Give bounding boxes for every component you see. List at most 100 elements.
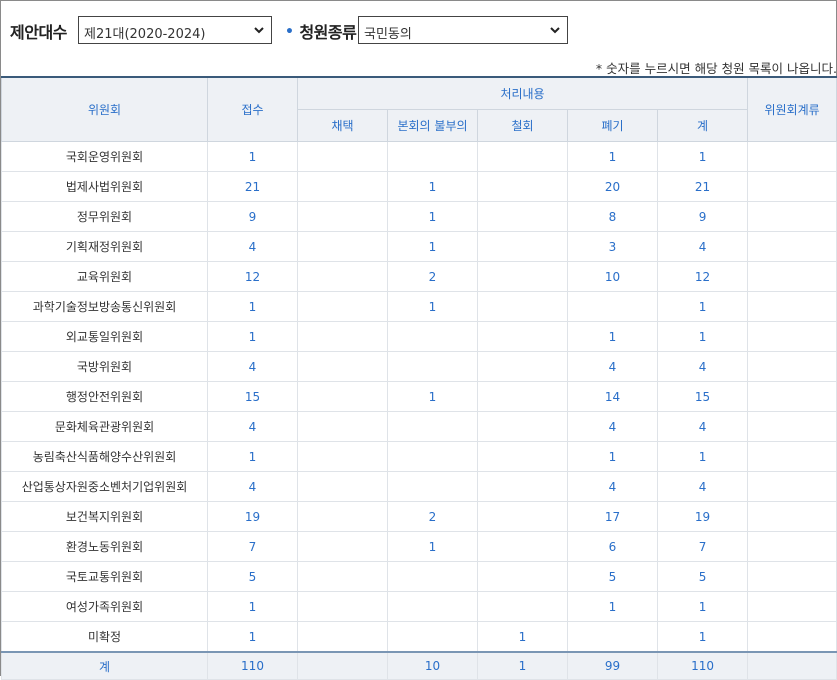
session-select-value: 제21대(2020-2024) [84, 27, 206, 42]
discarded-count [567, 621, 658, 653]
adopted-count [297, 351, 388, 382]
total-count[interactable]: 1 [656, 591, 749, 622]
adopted-count [297, 591, 388, 622]
not-referred-count[interactable]: 1 [387, 291, 478, 322]
pending-count [747, 261, 837, 292]
committee-name: 법제사법위원회 [1, 171, 208, 202]
received-count[interactable]: 15 [207, 381, 298, 412]
received-count[interactable]: 1 [207, 291, 298, 322]
withdrawn-count [477, 381, 568, 412]
not-referred-count[interactable]: 1 [387, 201, 478, 232]
received-count[interactable]: 1 [207, 621, 298, 653]
total-count[interactable]: 1 [656, 441, 749, 472]
discarded-count[interactable]: 4 [567, 411, 658, 442]
committee-name: 보건복지위원회 [1, 501, 208, 532]
total-count[interactable]: 15 [656, 381, 749, 412]
withdrawn-count [477, 441, 568, 472]
header-adopted: 채택 [297, 109, 388, 142]
not-referred-count [387, 321, 478, 352]
discarded-count[interactable]: 1 [567, 441, 658, 472]
received-count[interactable]: 19 [207, 501, 298, 532]
discarded-count[interactable]: 4 [567, 471, 658, 502]
pending-count [747, 321, 837, 352]
received-count[interactable]: 4 [207, 351, 298, 382]
totals-total[interactable]: 110 [656, 651, 749, 680]
pending-count [747, 201, 837, 232]
total-count[interactable]: 1 [656, 621, 749, 653]
received-count[interactable]: 5 [207, 561, 298, 592]
total-count[interactable]: 12 [656, 261, 749, 292]
filter-row: 제안대수 제21대(2020-2024) • 청원종류 국민동의 [0, 16, 837, 48]
discarded-count[interactable]: 14 [567, 381, 658, 412]
discarded-count[interactable]: 8 [567, 201, 658, 232]
adopted-count [297, 441, 388, 472]
pending-count [747, 501, 837, 532]
discarded-count[interactable]: 4 [567, 351, 658, 382]
table-row: 교육위원회 12 2 10 12 [1, 261, 837, 292]
session-label: 제안대수 [10, 23, 67, 42]
withdrawn-count[interactable]: 1 [477, 621, 568, 653]
received-count[interactable]: 21 [207, 171, 298, 202]
table-row: 법제사법위원회 21 1 20 21 [1, 171, 837, 202]
not-referred-count[interactable]: 1 [387, 381, 478, 412]
discarded-count[interactable]: 5 [567, 561, 658, 592]
discarded-count[interactable]: 10 [567, 261, 658, 292]
withdrawn-count [477, 591, 568, 622]
withdrawn-count [477, 171, 568, 202]
total-count[interactable]: 1 [656, 291, 749, 322]
totals-withdrawn[interactable]: 1 [477, 651, 568, 680]
type-select[interactable]: 국민동의 [358, 16, 568, 44]
not-referred-count [387, 471, 478, 502]
total-count[interactable]: 9 [656, 201, 749, 232]
totals-not-referred[interactable]: 10 [387, 651, 478, 680]
total-count[interactable]: 19 [656, 501, 749, 532]
total-count[interactable]: 7 [656, 531, 749, 562]
not-referred-count[interactable]: 1 [387, 231, 478, 262]
discarded-count[interactable]: 20 [567, 171, 658, 202]
received-count[interactable]: 1 [207, 591, 298, 622]
totals-received[interactable]: 110 [207, 651, 298, 680]
not-referred-count [387, 591, 478, 622]
discarded-count[interactable]: 17 [567, 501, 658, 532]
not-referred-count[interactable]: 2 [387, 261, 478, 292]
withdrawn-count [477, 321, 568, 352]
session-select[interactable]: 제21대(2020-2024) [78, 16, 272, 44]
discarded-count[interactable]: 1 [567, 321, 658, 352]
not-referred-count[interactable]: 2 [387, 501, 478, 532]
total-count[interactable]: 4 [656, 471, 749, 502]
not-referred-count[interactable]: 1 [387, 531, 478, 562]
received-count[interactable]: 7 [207, 531, 298, 562]
adopted-count [297, 171, 388, 202]
table-row: 문화체육관광위원회 4 4 4 [1, 411, 837, 442]
committee-name: 산업통상자원중소벤처기업위원회 [1, 471, 208, 502]
pending-count [747, 471, 837, 502]
totals-discarded[interactable]: 99 [567, 651, 658, 680]
header-committee-pending: 위원회계류 [747, 76, 837, 142]
received-count[interactable]: 1 [207, 321, 298, 352]
received-count[interactable]: 4 [207, 231, 298, 262]
discarded-count[interactable]: 1 [567, 591, 658, 622]
discarded-count[interactable]: 3 [567, 231, 658, 262]
total-count[interactable]: 1 [656, 321, 749, 352]
committee-name: 교육위원회 [1, 261, 208, 292]
discarded-count[interactable]: 6 [567, 531, 658, 562]
total-count[interactable]: 1 [656, 141, 749, 172]
total-count[interactable]: 4 [656, 231, 749, 262]
not-referred-count[interactable]: 1 [387, 171, 478, 202]
total-count[interactable]: 4 [656, 411, 749, 442]
received-count[interactable]: 9 [207, 201, 298, 232]
committee-name: 국방위원회 [1, 351, 208, 382]
discarded-count[interactable]: 1 [567, 141, 658, 172]
received-count[interactable]: 4 [207, 411, 298, 442]
received-count[interactable]: 1 [207, 441, 298, 472]
total-count[interactable]: 21 [656, 171, 749, 202]
received-count[interactable]: 1 [207, 141, 298, 172]
pending-count [747, 231, 837, 262]
total-count[interactable]: 4 [656, 351, 749, 382]
committee-name: 국토교통위원회 [1, 561, 208, 592]
received-count[interactable]: 4 [207, 471, 298, 502]
pending-count [747, 591, 837, 622]
committee-name: 외교통일위원회 [1, 321, 208, 352]
total-count[interactable]: 5 [656, 561, 749, 592]
received-count[interactable]: 12 [207, 261, 298, 292]
